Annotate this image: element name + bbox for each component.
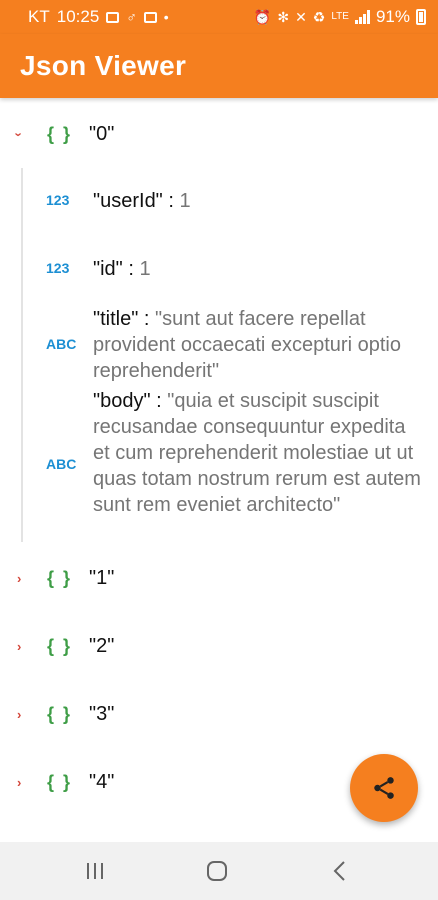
dot-icon: •	[163, 9, 169, 25]
node-key: "0"	[89, 122, 115, 145]
node-key: "3"	[89, 702, 115, 725]
object-icon: { }	[47, 123, 73, 144]
status-bar: KT 10:25 ♂ • ⏰ ✻ ✕ ♻ LTE 91%	[0, 0, 438, 34]
back-icon	[333, 861, 345, 881]
leaf-key: "id"	[93, 258, 123, 280]
leaf-value: 1	[139, 258, 151, 280]
lte-icon: LTE	[331, 11, 349, 22]
leaf-separator: :	[162, 190, 180, 212]
chevron-right-icon[interactable]: ›	[17, 639, 21, 654]
battery-icon	[416, 9, 426, 25]
home-icon	[207, 861, 227, 881]
object-icon: { }	[47, 635, 73, 656]
string-type-badge: ABC	[46, 456, 77, 472]
chevron-right-icon[interactable]: ›	[17, 571, 21, 586]
node-key: "4"	[89, 770, 115, 793]
chevron-right-icon[interactable]: ›	[17, 707, 21, 722]
tree-leaf-title[interactable]: ABC "title" : "sunt aut facere repellat …	[0, 306, 438, 384]
share-icon	[374, 777, 394, 799]
recents-icon	[87, 863, 103, 879]
tree-node-0[interactable]: › { } "0"	[0, 118, 438, 150]
battery-percent: 91%	[375, 7, 410, 26]
tree-node-2[interactable]: › { } "2"	[0, 630, 438, 662]
number-type-badge: 123	[46, 260, 70, 276]
tree-leaf-id[interactable]: 123 "id" : 1	[0, 256, 438, 282]
leaf-separator: :	[138, 308, 155, 330]
number-type-badge: 123	[46, 192, 70, 208]
image-icon	[106, 11, 120, 23]
time-label: 10:25	[56, 7, 100, 26]
leaf-separator: :	[150, 390, 168, 412]
tree-node-3[interactable]: › { } "3"	[0, 698, 438, 730]
leaf-separator: :	[122, 258, 140, 280]
tree-node-1[interactable]: › { } "1"	[0, 562, 438, 594]
share-button[interactable]	[350, 754, 418, 822]
leaf-value: 1	[179, 190, 191, 212]
alarm-icon: ⏰	[253, 9, 272, 25]
string-type-badge: ABC	[46, 336, 77, 352]
home-button[interactable]	[182, 842, 252, 900]
app-bar: Json Viewer	[0, 34, 438, 98]
back-button[interactable]	[305, 842, 375, 900]
json-tree: › { } "0" 123 "userId" : 1 123 "id" : 1 …	[0, 98, 438, 842]
object-icon: { }	[47, 703, 73, 724]
chevron-down-icon[interactable]: ›	[12, 127, 27, 142]
tree-leaf-userid[interactable]: 123 "userId" : 1	[0, 188, 438, 214]
leaf-key: "title"	[93, 308, 139, 330]
leaf-key: "userId"	[93, 190, 163, 212]
app-title: Json Viewer	[20, 50, 187, 81]
node-key: "2"	[89, 634, 115, 657]
tree-leaf-body[interactable]: ABC "body" : "quia et suscipit suscipit …	[0, 388, 438, 544]
photo-icon	[143, 11, 157, 23]
leaf-key: "body"	[93, 390, 151, 412]
bluetooth-icon: ✻	[277, 9, 290, 25]
recents-button[interactable]	[60, 842, 130, 900]
navigation-bar	[0, 842, 438, 900]
mute-icon: ✕	[295, 9, 307, 25]
object-icon: { }	[47, 567, 73, 588]
chevron-right-icon[interactable]: ›	[17, 775, 21, 790]
node-key: "1"	[89, 566, 115, 589]
battery-saver-icon: ♻	[312, 9, 326, 25]
notification-icon: ♂	[126, 9, 137, 25]
object-icon: { }	[47, 771, 73, 792]
signal-icon	[354, 10, 370, 24]
carrier-label: KT	[28, 7, 50, 26]
